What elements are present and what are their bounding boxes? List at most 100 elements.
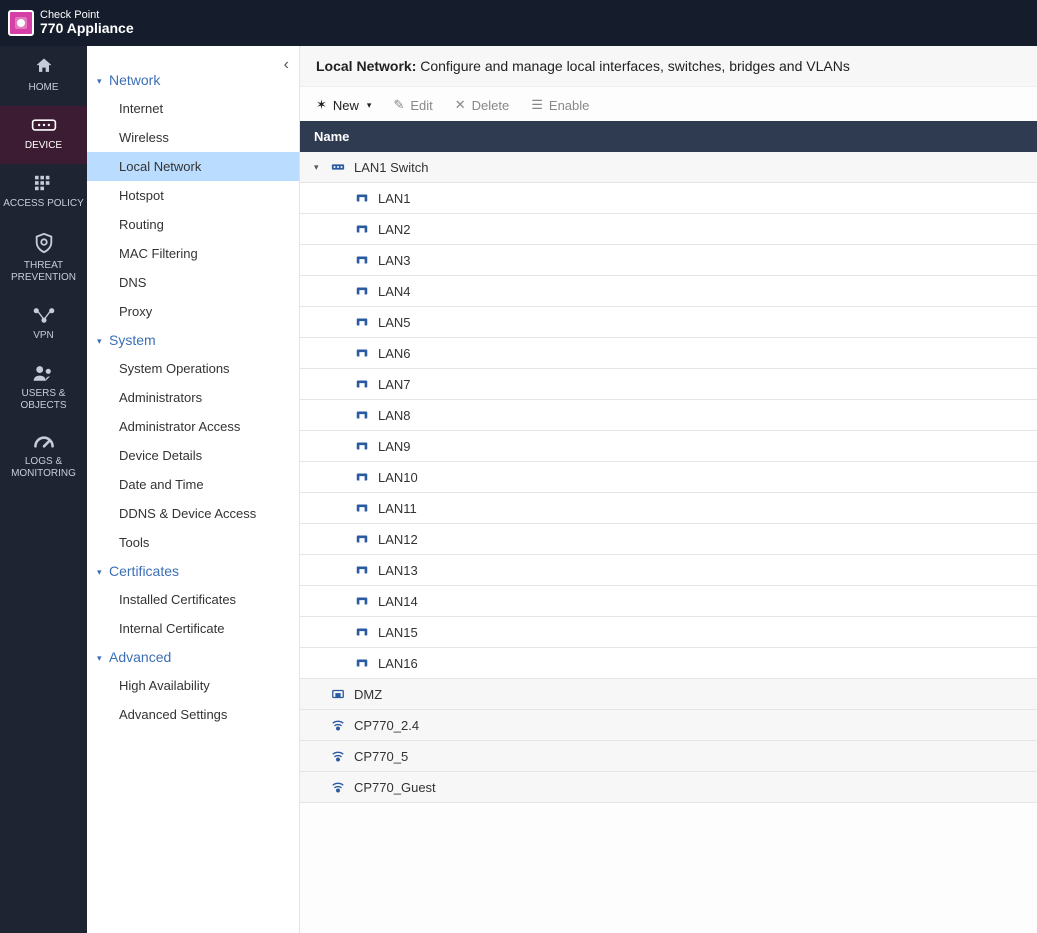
expand-icon[interactable]: ▾ (314, 162, 324, 173)
port-icon (354, 562, 370, 578)
nav-label: DEVICE (2, 140, 85, 152)
subnav-proxy[interactable]: Proxy (87, 297, 299, 326)
vpn-icon (2, 306, 85, 324)
group-system[interactable]: System (87, 326, 299, 354)
table-row[interactable]: LAN5 (300, 307, 1037, 338)
nav-threat[interactable]: THREAT PREVENTION (0, 222, 87, 296)
port-icon (354, 283, 370, 299)
row-label: LAN2 (378, 222, 411, 237)
subnav-high-availability[interactable]: High Availability (87, 671, 299, 700)
table-row[interactable]: LAN10 (300, 462, 1037, 493)
group-network[interactable]: Network (87, 66, 299, 94)
row-label: LAN13 (378, 563, 418, 578)
port-icon (354, 500, 370, 516)
table-row[interactable]: LAN3 (300, 245, 1037, 276)
subnav-hotspot[interactable]: Hotspot (87, 181, 299, 210)
list-icon: ☰ (531, 97, 543, 113)
subnav-internet[interactable]: Internet (87, 94, 299, 123)
subnav-device-details[interactable]: Device Details (87, 441, 299, 470)
edit-label: Edit (410, 98, 432, 113)
port-icon (354, 624, 370, 640)
table-row[interactable]: LAN13 (300, 555, 1037, 586)
table-row[interactable]: CP770_2.4 (300, 710, 1037, 741)
row-label: DMZ (354, 687, 382, 702)
table-row[interactable]: LAN8 (300, 400, 1037, 431)
table-row[interactable]: LAN7 (300, 369, 1037, 400)
star-icon: ✶ (316, 97, 327, 113)
nav-label: THREAT PREVENTION (2, 260, 85, 284)
nav-logs[interactable]: LOGS & MONITORING (0, 424, 87, 492)
table-row[interactable]: LAN2 (300, 214, 1037, 245)
subnav-ddns-device-access[interactable]: DDNS & Device Access (87, 499, 299, 528)
nav-users[interactable]: USERS & OBJECTS (0, 354, 87, 424)
row-label: CP770_Guest (354, 780, 436, 795)
nav-access[interactable]: ACCESS POLICY (0, 164, 87, 222)
new-label: New (333, 98, 359, 113)
subnav-local-network[interactable]: Local Network (87, 152, 299, 181)
row-label: LAN10 (378, 470, 418, 485)
group-certificates[interactable]: Certificates (87, 557, 299, 585)
subnav-routing[interactable]: Routing (87, 210, 299, 239)
row-label: LAN15 (378, 625, 418, 640)
subnav-administrators[interactable]: Administrators (87, 383, 299, 412)
table-row[interactable]: LAN6 (300, 338, 1037, 369)
row-label: CP770_2.4 (354, 718, 419, 733)
nav-device[interactable]: DEVICE (0, 106, 87, 164)
subnav-wireless[interactable]: Wireless (87, 123, 299, 152)
logs-icon (2, 434, 85, 450)
table-row[interactable]: CP770_5 (300, 741, 1037, 772)
enable-button[interactable]: ☰ Enable (531, 97, 589, 113)
subnav-dns[interactable]: DNS (87, 268, 299, 297)
main-content: Local Network: Configure and manage loca… (300, 46, 1037, 933)
table-row[interactable]: DMZ (300, 679, 1037, 710)
x-icon: ✕ (455, 97, 466, 113)
edit-button[interactable]: ✎ Edit (393, 97, 432, 113)
table-row[interactable]: LAN4 (300, 276, 1037, 307)
nav-home[interactable]: HOME (0, 46, 87, 106)
group-advanced[interactable]: Advanced (87, 643, 299, 671)
nav-label: USERS & OBJECTS (2, 388, 85, 412)
port-icon (354, 407, 370, 423)
table-row[interactable]: LAN9 (300, 431, 1037, 462)
nav-vpn[interactable]: VPN (0, 296, 87, 354)
subnav-tools[interactable]: Tools (87, 528, 299, 557)
table-row[interactable]: ▾LAN1 Switch (300, 152, 1037, 183)
users-icon (2, 364, 85, 382)
table-header[interactable]: Name (300, 121, 1037, 152)
delete-label: Delete (472, 98, 510, 113)
subnav-administrator-access[interactable]: Administrator Access (87, 412, 299, 441)
page-title: Local Network: (316, 58, 416, 74)
row-label: CP770_5 (354, 749, 408, 764)
table-row[interactable]: LAN16 (300, 648, 1037, 679)
switch-icon (330, 159, 346, 175)
row-label: LAN7 (378, 377, 411, 392)
subnav-date-and-time[interactable]: Date and Time (87, 470, 299, 499)
nav-label: LOGS & MONITORING (2, 456, 85, 480)
table-row[interactable]: LAN11 (300, 493, 1037, 524)
subnav-system-operations[interactable]: System Operations (87, 354, 299, 383)
subnav-installed-certificates[interactable]: Installed Certificates (87, 585, 299, 614)
device-icon (2, 116, 85, 134)
table-row[interactable]: CP770_Guest (300, 772, 1037, 803)
nav-label: ACCESS POLICY (2, 198, 85, 210)
port-icon (354, 438, 370, 454)
table-row[interactable]: LAN12 (300, 524, 1037, 555)
page-subtitle: Configure and manage local interfaces, s… (420, 58, 850, 74)
subnav-advanced-settings[interactable]: Advanced Settings (87, 700, 299, 729)
row-label: LAN1 (378, 191, 411, 206)
row-label: LAN8 (378, 408, 411, 423)
delete-button[interactable]: ✕ Delete (455, 97, 509, 113)
wifi-icon (330, 717, 346, 733)
table-row[interactable]: LAN15 (300, 617, 1037, 648)
new-button[interactable]: ✶ New ▾ (316, 97, 371, 113)
subnav-mac-filtering[interactable]: MAC Filtering (87, 239, 299, 268)
brand-model: 770 Appliance (40, 21, 134, 36)
dmz-icon (330, 686, 346, 702)
table-row[interactable]: LAN14 (300, 586, 1037, 617)
subnav-internal-certificate[interactable]: Internal Certificate (87, 614, 299, 643)
row-label: LAN12 (378, 532, 418, 547)
row-label: LAN9 (378, 439, 411, 454)
port-icon (354, 531, 370, 547)
row-label: LAN5 (378, 315, 411, 330)
table-row[interactable]: LAN1 (300, 183, 1037, 214)
